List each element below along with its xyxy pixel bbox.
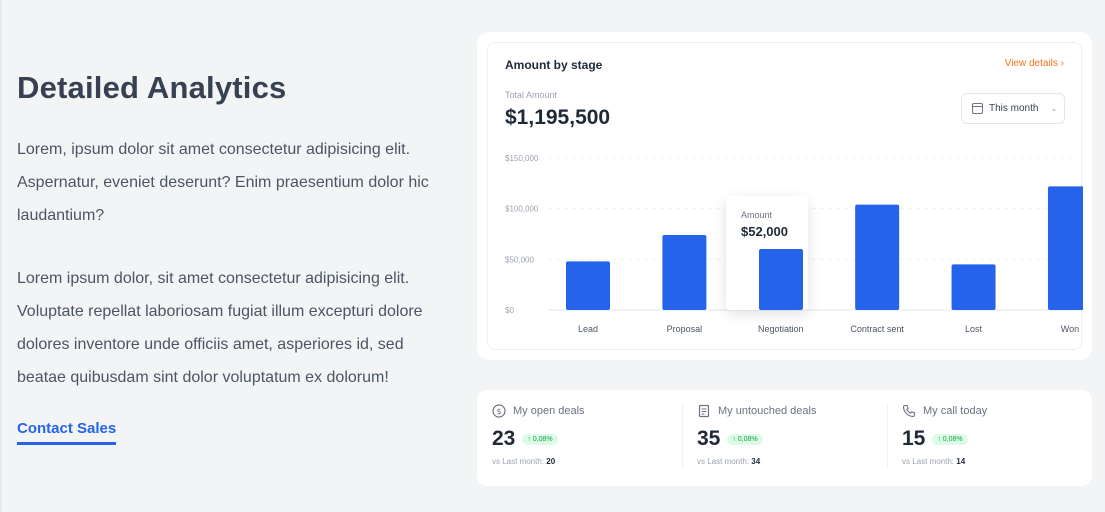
dollar-circle-icon: $: [492, 404, 506, 418]
stat-calls-today: My call today 15 ↑ 0,08% vs Last month: …: [887, 390, 1092, 486]
stat-label: My untouched deals: [718, 405, 817, 417]
stat-untouched-deals: My untouched deals 35 ↑ 0,08% vs Last mo…: [682, 390, 887, 486]
hero-section: Detailed Analytics Lorem, ipsum dolor si…: [17, 66, 447, 445]
phone-icon: [902, 404, 916, 418]
stat-value: 23: [492, 427, 516, 450]
contact-sales-link[interactable]: Contact Sales: [17, 420, 117, 445]
stat-comparison: vs Last month: 14: [902, 457, 966, 466]
stat-label: My open deals: [513, 405, 585, 417]
y-tick-label: $0: [505, 306, 514, 315]
bar-contract-sent[interactable]: [855, 204, 900, 310]
stat-value: 15: [902, 427, 926, 450]
y-tick-label: $150,000: [505, 154, 539, 163]
tooltip-value: $52,000: [741, 224, 788, 239]
x-tick-label: Contract sent: [850, 324, 904, 334]
chart-panel: Amount by stage View details › Total Amo…: [487, 42, 1083, 350]
deal-stats-card: $ My open deals 23 ↑ 0,08% vs Last month…: [477, 390, 1092, 486]
x-tick-label: Proposal: [667, 324, 703, 334]
hero-paragraph-1: Lorem, ipsum dolor sit amet consectetur …: [17, 141, 429, 224]
page-edge: [0, 0, 2, 512]
stat-comparison: vs Last month: 20: [492, 457, 556, 466]
hero-paragraph-2: Lorem ipsum dolor, sit amet consectetur …: [17, 270, 423, 386]
stat-comparison: vs Last month: 34: [697, 457, 761, 466]
tooltip-label: Amount: [741, 210, 773, 220]
amount-by-stage-card: Amount by stage View details › Total Amo…: [477, 32, 1092, 360]
stat-open-deals: $ My open deals 23 ↑ 0,08% vs Last month…: [477, 390, 682, 486]
stat-label: My call today: [923, 405, 988, 417]
bar-proposal[interactable]: [662, 235, 707, 310]
page-title: Detailed Analytics: [17, 70, 287, 105]
y-tick-label: $100,000: [505, 205, 539, 214]
change-badge: ↑ 0,08%: [727, 433, 763, 445]
bar-won[interactable]: [1047, 186, 1083, 310]
bar-lost[interactable]: [951, 264, 996, 310]
change-badge: ↑ 0,08%: [522, 433, 558, 445]
change-badge: ↑ 0,08%: [932, 433, 968, 445]
x-tick-label: Lost: [965, 324, 983, 334]
stat-value: 35: [697, 427, 721, 450]
x-tick-label: Won: [1061, 324, 1079, 334]
x-tick-label: Negotiation: [758, 324, 804, 334]
bar-highlighted[interactable]: [758, 249, 803, 310]
y-tick-label: $50,000: [505, 255, 534, 264]
bar-lead[interactable]: [566, 261, 610, 310]
x-tick-label: Lead: [578, 324, 598, 334]
svg-text:$: $: [496, 407, 501, 416]
document-icon: [697, 404, 711, 418]
